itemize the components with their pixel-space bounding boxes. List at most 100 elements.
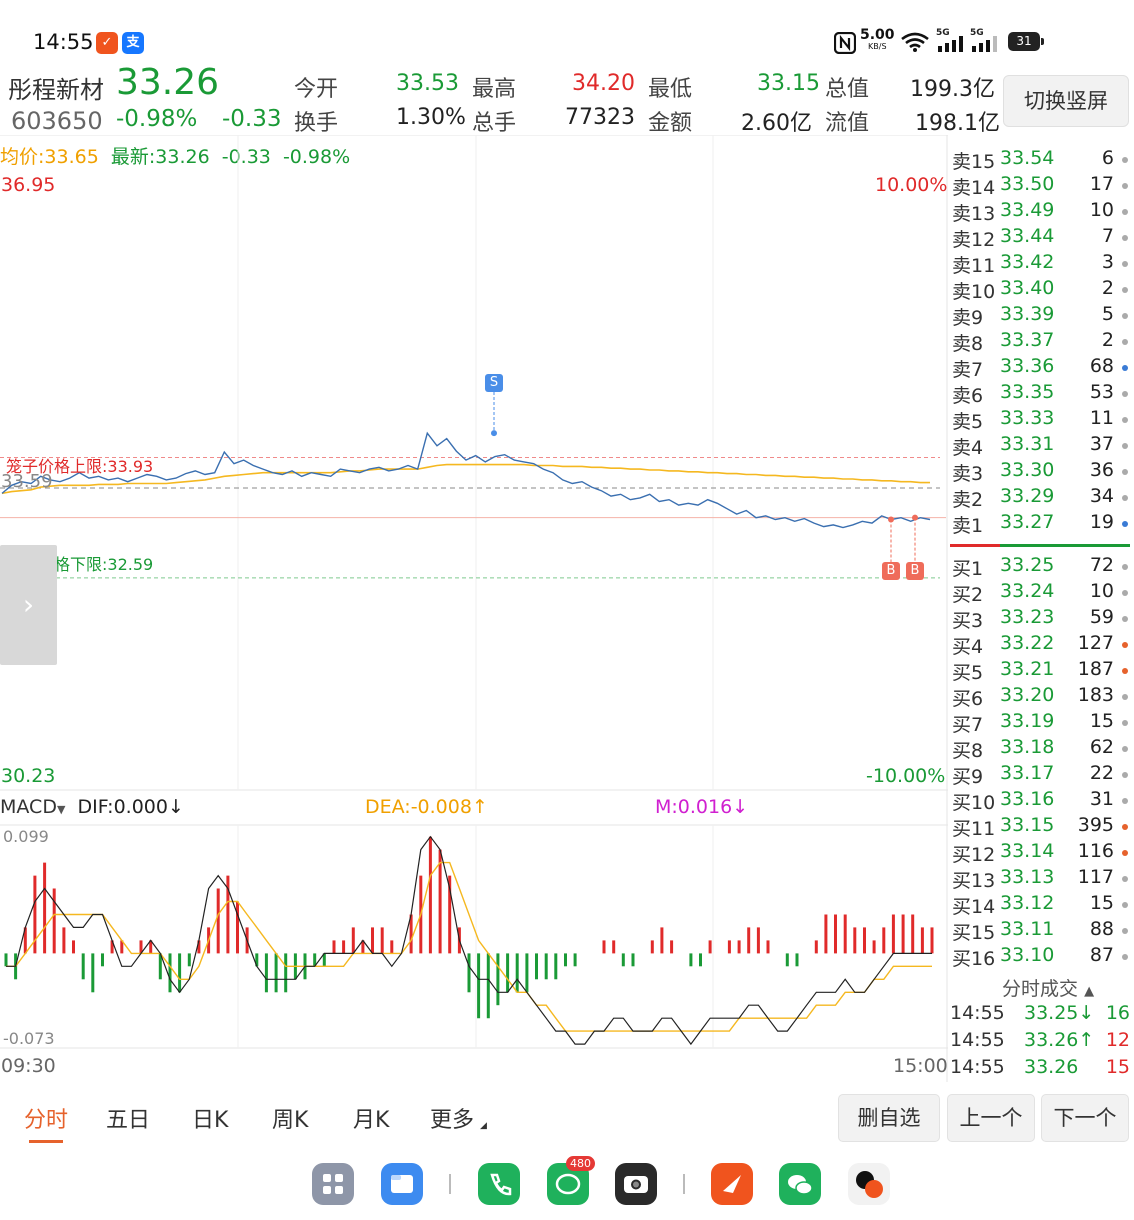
ask-row[interactable]: 卖1 33.27 19	[948, 511, 1134, 537]
expand-panel-arrow[interactable]: ›	[0, 545, 57, 665]
ask-row[interactable]: 卖14 33.50 17	[948, 173, 1134, 199]
ask-volume: 68	[1089, 355, 1114, 377]
wifi-icon	[901, 32, 929, 52]
camera-icon[interactable]	[615, 1163, 657, 1205]
tab-monthly-k[interactable]: 月K	[353, 1102, 389, 1134]
macd-selector[interactable]: MACD	[0, 796, 57, 818]
dock-divider	[683, 1174, 685, 1194]
ask-row[interactable]: 卖15 33.54 6	[948, 147, 1134, 173]
bid-row[interactable]: 买16 33.10 87	[948, 944, 1134, 970]
ask-row[interactable]: 卖2 33.29 34	[948, 485, 1134, 511]
remove-watchlist-button[interactable]: 删自选	[838, 1094, 940, 1142]
bid-volume: 72	[1089, 554, 1114, 576]
wechat-icon[interactable]	[779, 1163, 821, 1205]
ask-row[interactable]: 卖13 33.49 10	[948, 199, 1134, 225]
change-percent: -0.98%	[116, 106, 198, 132]
bid-row[interactable]: 买12 33.14 116	[948, 840, 1134, 866]
ask-row[interactable]: 卖11 33.42 3	[948, 251, 1134, 277]
messages-badge: 480	[566, 1156, 595, 1171]
bid-row[interactable]: 买13 33.13 117	[948, 866, 1134, 892]
caret-up-icon: ▲	[1084, 984, 1095, 999]
ask-row[interactable]: 卖10 33.40 2	[948, 277, 1134, 303]
ask-volume: 53	[1089, 381, 1114, 403]
tick-time: 14:55	[950, 1056, 1005, 1078]
bid-level-label: 买15	[952, 922, 996, 944]
bid-row[interactable]: 买8 33.18 62	[948, 736, 1134, 762]
bid-row[interactable]: 买11 33.15 395	[948, 814, 1134, 840]
ask-price: 33.29	[1000, 485, 1055, 507]
dropdown-icon[interactable]: ▼	[57, 803, 65, 816]
tick-price: 33.26↑	[1024, 1029, 1095, 1051]
bid-volume: 15	[1089, 710, 1114, 732]
ask-row[interactable]: 卖4 33.31 37	[948, 433, 1134, 459]
buy-marker[interactable]: B	[882, 562, 900, 580]
bid-price: 33.18	[1000, 736, 1055, 758]
eastmoney-icon[interactable]	[711, 1163, 753, 1205]
ask-row[interactable]: 卖5 33.33 11	[948, 407, 1134, 433]
bid-volume: 10	[1089, 580, 1114, 602]
bid-row[interactable]: 买2 33.24 10	[948, 580, 1134, 606]
eastmoney-app-icon: ✓	[96, 32, 118, 54]
bid-row[interactable]: 买6 33.20 183	[948, 684, 1134, 710]
open-label: 今开	[294, 77, 339, 102]
tick-volume: 12	[1105, 1029, 1130, 1051]
intraday-chart[interactable]	[0, 135, 948, 1085]
dea-line	[6, 861, 932, 1032]
bid-volume: 127	[1077, 632, 1114, 654]
ask-volume: 3	[1101, 251, 1114, 273]
ask-row[interactable]: 卖8 33.37 2	[948, 329, 1134, 355]
bid-volume: 88	[1089, 918, 1114, 940]
switch-portrait-button[interactable]: 切换竖屏	[1003, 75, 1129, 127]
high-value: 34.20	[572, 71, 635, 96]
bid-level-label: 买3	[952, 610, 984, 632]
ask-row[interactable]: 卖3 33.30 36	[948, 459, 1134, 485]
dot-icon	[1122, 616, 1128, 622]
next-stock-button[interactable]: 下一个	[1041, 1094, 1129, 1142]
ask-level-label: 卖14	[952, 177, 996, 199]
dual-app-icon[interactable]	[848, 1163, 890, 1205]
buy-marker-point	[888, 516, 894, 523]
dot-icon	[1122, 339, 1128, 345]
bid-volume: 31	[1089, 788, 1114, 810]
bid-row[interactable]: 买14 33.12 15	[948, 892, 1134, 918]
tab-daily-k[interactable]: 日K	[192, 1102, 228, 1134]
tick-price: 33.26	[1024, 1056, 1079, 1078]
bid-level-label: 买2	[952, 584, 984, 606]
bid-row[interactable]: 买3 33.23 59	[948, 606, 1134, 632]
bid-row[interactable]: 买10 33.16 31	[948, 788, 1134, 814]
tab-five-day[interactable]: 五日	[106, 1102, 150, 1134]
buy-marker[interactable]: B	[906, 562, 924, 580]
files-icon[interactable]	[381, 1163, 423, 1205]
ticks-title[interactable]: 分时成交 ▲	[1002, 974, 1094, 1001]
tab-more[interactable]: 更多	[430, 1102, 474, 1134]
dot-icon	[1122, 313, 1128, 319]
ask-row[interactable]: 卖7 33.36 68	[948, 355, 1134, 381]
app-grid-icon[interactable]	[312, 1163, 354, 1205]
bid-volume: 395	[1077, 814, 1114, 836]
sell-marker[interactable]: S	[485, 374, 503, 392]
bid-row[interactable]: 买7 33.19 15	[948, 710, 1134, 736]
volume-label: 总手	[472, 111, 517, 136]
bid-row[interactable]: 买15 33.11 88	[948, 918, 1134, 944]
dot-icon	[1122, 850, 1128, 856]
pct-axis-top-label: 10.00%	[875, 174, 948, 196]
bid-row[interactable]: 买5 33.21 187	[948, 658, 1134, 684]
status-bar: 14:55 ✓ 支 5.00 KB/S 5G 5G 31	[0, 0, 1134, 66]
ask-row[interactable]: 卖9 33.39 5	[948, 303, 1134, 329]
dot-icon	[1122, 928, 1128, 934]
phone-icon[interactable]	[478, 1163, 520, 1205]
bid-row[interactable]: 买9 33.17 22	[948, 762, 1134, 788]
ask-row[interactable]: 卖12 33.44 7	[948, 225, 1134, 251]
bid-row[interactable]: 买1 33.25 72	[948, 554, 1134, 580]
prev-stock-button[interactable]: 上一个	[947, 1094, 1035, 1142]
ask-level-label: 卖7	[952, 359, 984, 381]
change-amount: -0.33	[222, 106, 282, 132]
tab-intraday[interactable]: 分时	[24, 1102, 68, 1134]
ask-row[interactable]: 卖6 33.35 53	[948, 381, 1134, 407]
dot-icon	[1122, 417, 1128, 423]
tab-weekly-k[interactable]: 周K	[272, 1102, 308, 1134]
bid-row[interactable]: 买4 33.22 127	[948, 632, 1134, 658]
order-book-divider	[950, 544, 1130, 547]
tick-row: 14:55 33.25↓ 16	[950, 1002, 1134, 1030]
ask-price: 33.30	[1000, 459, 1055, 481]
